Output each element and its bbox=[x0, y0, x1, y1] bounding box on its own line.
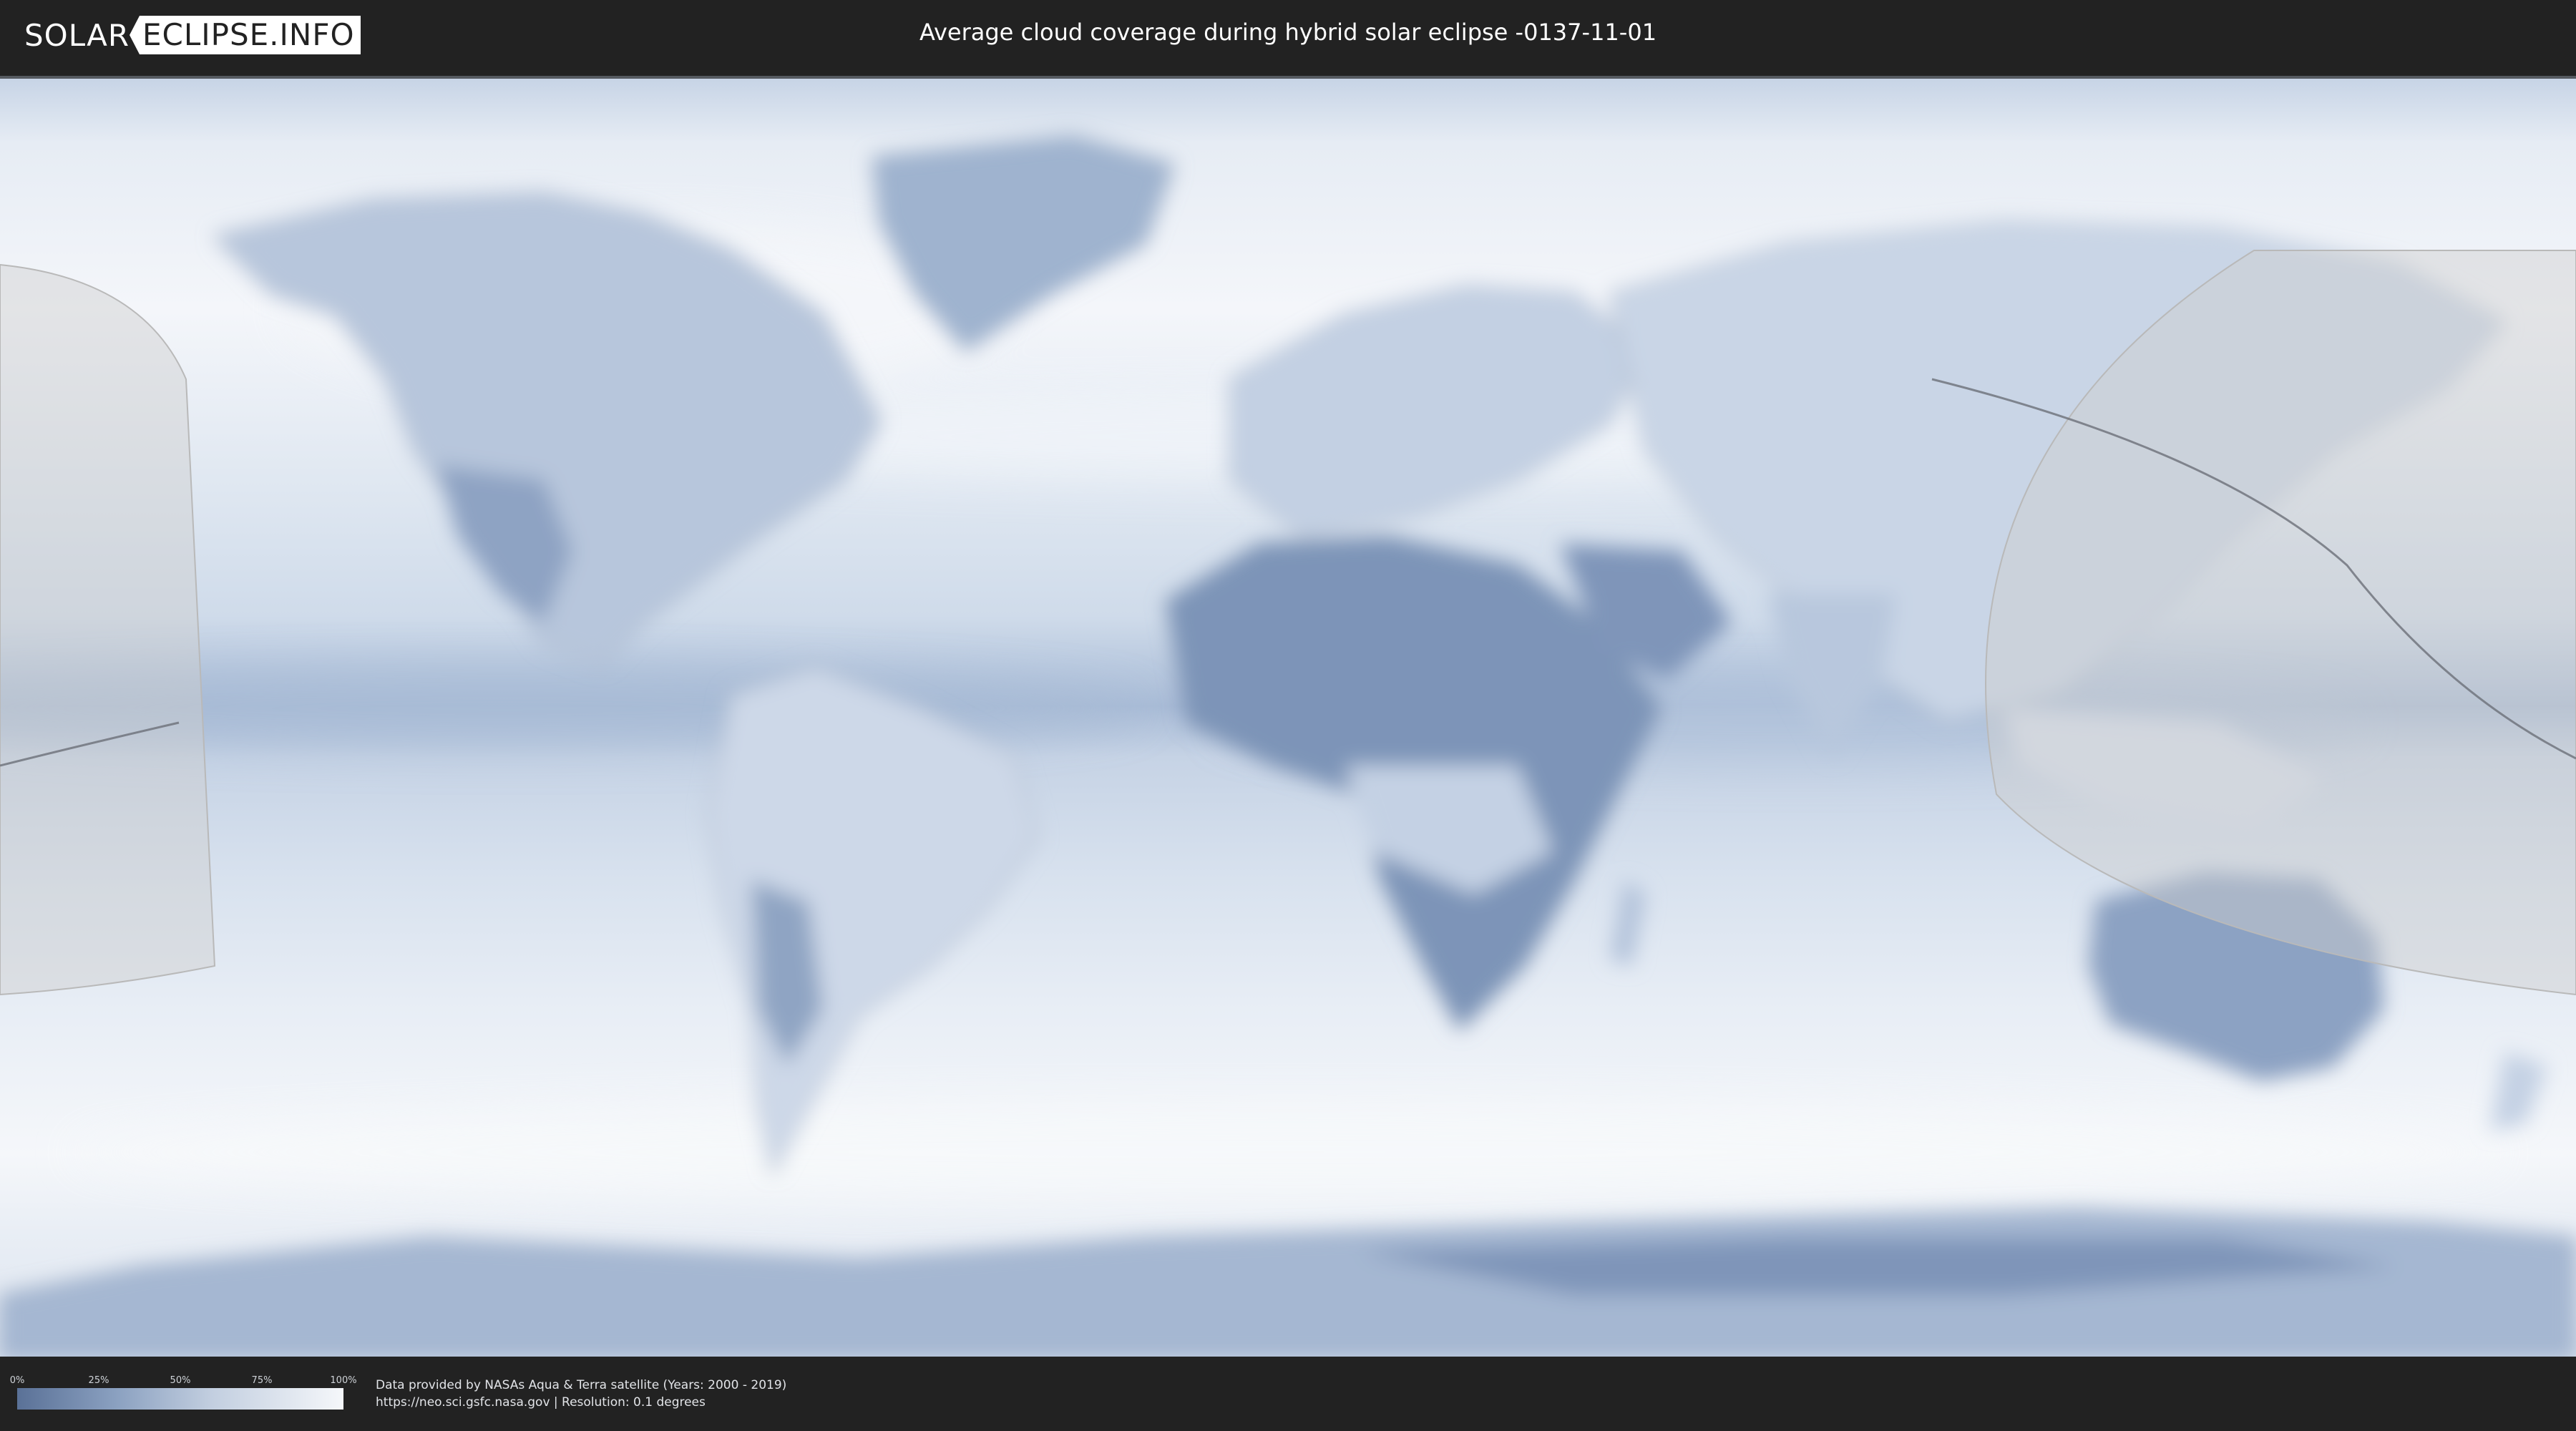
cloud-coverage-map[interactable] bbox=[0, 76, 2576, 1359]
cloud-scale-labels: 0% 25% 50% 75% 100% bbox=[10, 1375, 357, 1387]
page-title: Average cloud coverage during hybrid sol… bbox=[919, 19, 1657, 46]
scale-label-25: 25% bbox=[88, 1375, 109, 1386]
penumbra-shade-west bbox=[0, 263, 216, 996]
header-bar: SOLAR ECLIPSE.INFO Average cloud coverag… bbox=[0, 0, 2576, 72]
footer-bar: 0% 25% 50% 75% 100% Data provided by NAS… bbox=[0, 1357, 2576, 1431]
data-credit-text: Data provided by NASAs Aqua & Terra sate… bbox=[376, 1378, 787, 1392]
data-source-link[interactable]: https://neo.sci.gsfc.nasa.gov | Resoluti… bbox=[376, 1395, 706, 1410]
scale-label-75: 75% bbox=[251, 1375, 273, 1386]
scale-label-0: 0% bbox=[9, 1375, 25, 1386]
scale-label-50: 50% bbox=[170, 1375, 191, 1386]
map-svg bbox=[0, 79, 2576, 1359]
cloud-coverage-gradient-bar bbox=[17, 1388, 343, 1410]
scale-label-100: 100% bbox=[330, 1375, 357, 1386]
